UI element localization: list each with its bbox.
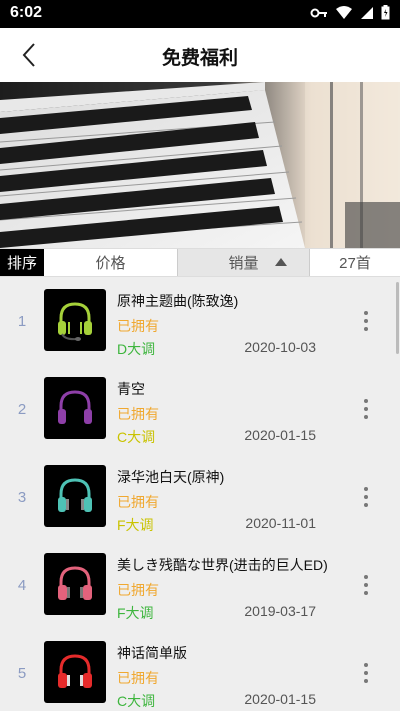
ownership-status: 已拥有: [117, 318, 159, 334]
song-index: 4: [17, 577, 27, 594]
song-key: F大调: [117, 517, 154, 533]
song-index: 1: [17, 313, 27, 330]
battery-icon: [381, 5, 390, 20]
ownership-status: 已拥有: [117, 406, 159, 422]
song-index: 2: [17, 401, 27, 418]
headphones-purple-icon: [58, 390, 92, 424]
sort-by-price-button[interactable]: 价格: [44, 249, 177, 276]
song-title: 青空: [117, 381, 145, 397]
song-date: 2020-01-15: [244, 691, 316, 707]
sort-by-sales-button[interactable]: 销量: [177, 249, 310, 276]
list-item[interactable]: 1 原神主题曲(陈致逸) 已拥有 D大调 2020-10-03: [0, 277, 400, 365]
status-bar: 6:02: [0, 0, 400, 28]
ownership-status: 已拥有: [117, 670, 159, 686]
headphones-lime-mic-icon: [58, 302, 92, 341]
song-title: 神话简单版: [117, 645, 187, 661]
piano-keys-illustration: [0, 82, 400, 248]
ownership-status: 已拥有: [117, 582, 159, 598]
song-cover: [44, 289, 106, 351]
list-item[interactable]: 2 青空 已拥有 C大调 2020-01-15: [0, 365, 400, 453]
sort-ascending-icon: [275, 258, 287, 266]
status-icons: [310, 5, 390, 20]
headphones-pink-icon: [58, 566, 92, 600]
song-title: 原神主题曲(陈致逸): [117, 293, 239, 309]
sort-label: 排序: [0, 249, 44, 276]
headphones-teal-icon: [58, 478, 92, 512]
song-key: C大调: [117, 693, 156, 709]
song-index: 5: [17, 665, 27, 682]
sort-bar: 排序 价格 销量 27首: [0, 248, 400, 277]
song-index: 3: [17, 489, 27, 506]
more-options-button[interactable]: [358, 397, 374, 421]
more-options-button[interactable]: [358, 573, 374, 597]
vpn-key-icon: [310, 8, 327, 17]
song-key: D大调: [117, 341, 156, 357]
song-date: 2020-11-01: [245, 515, 316, 531]
list-scrollbar[interactable]: [396, 282, 399, 354]
song-count: 27首: [310, 249, 400, 276]
page-title: 免费福利: [161, 48, 238, 69]
song-cover: [44, 641, 106, 703]
song-title: 渌华池白天(原神): [117, 469, 225, 485]
song-title: 美しき残酷な世界(进击的巨人ED): [117, 557, 328, 573]
ownership-status: 已拥有: [117, 494, 159, 510]
song-cover: [44, 377, 106, 439]
list-item[interactable]: 5 神话简单版 已拥有 C大调 2020-01-15: [0, 629, 400, 711]
signal-icon: [361, 6, 373, 19]
list-item[interactable]: 4 美しき残酷な世界(进击的巨人ED) 已拥有 F大调 2019-03-17: [0, 541, 400, 629]
app-header: 免费福利: [0, 28, 400, 82]
sort-by-sales-label: 销量: [228, 255, 259, 272]
song-date: 2019-03-17: [244, 603, 316, 619]
song-key: F大调: [117, 605, 154, 621]
song-key: C大调: [117, 429, 156, 445]
song-cover: [44, 465, 106, 527]
song-cover: [44, 553, 106, 615]
song-list[interactable]: 1 原神主题曲(陈致逸) 已拥有 D大调 2020-10-03 2 青空 已拥有…: [0, 277, 400, 711]
more-options-button[interactable]: [358, 661, 374, 685]
headphones-red-icon: [58, 654, 92, 688]
status-time: 6:02: [10, 4, 43, 21]
list-item[interactable]: 3 渌华池白天(原神) 已拥有 F大调 2020-11-01: [0, 453, 400, 541]
more-options-button[interactable]: [358, 485, 374, 509]
piano-banner-image[interactable]: [0, 82, 400, 248]
song-date: 2020-01-15: [244, 427, 316, 443]
wifi-icon: [336, 5, 352, 19]
song-date: 2020-10-03: [244, 339, 316, 355]
more-options-button[interactable]: [358, 309, 374, 333]
